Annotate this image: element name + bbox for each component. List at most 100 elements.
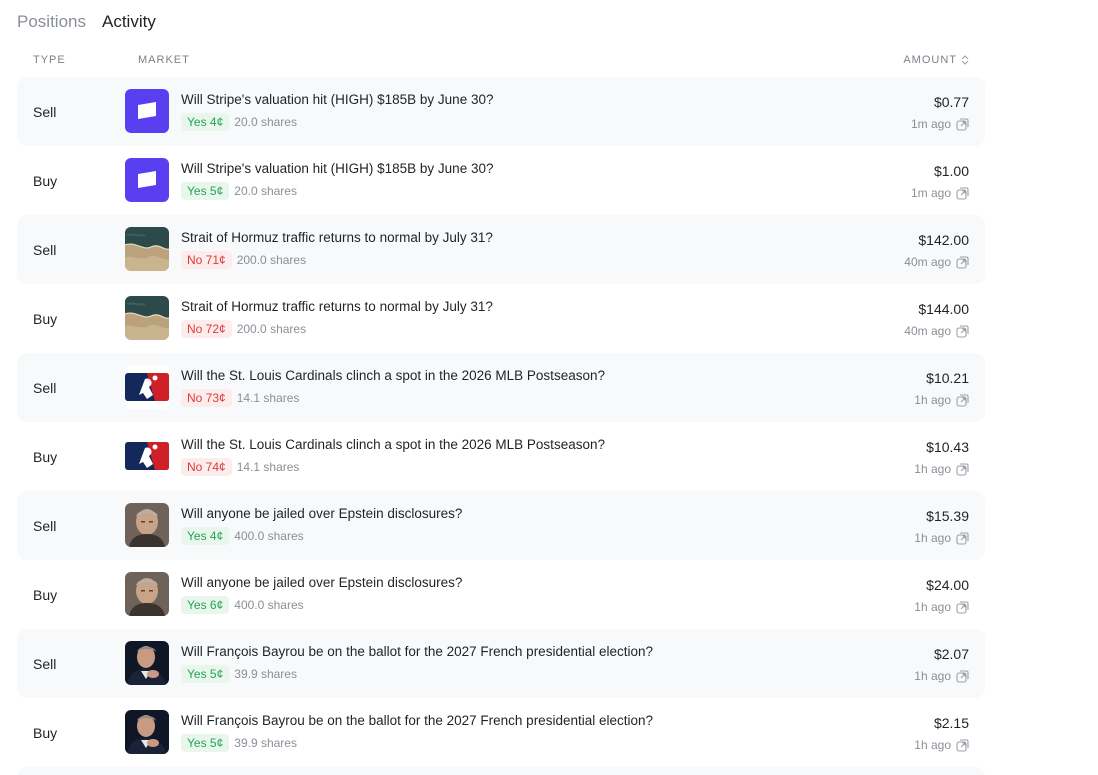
person-portrait[interactable] bbox=[125, 572, 169, 616]
market-title[interactable]: Will anyone be jailed over Epstein discl… bbox=[181, 575, 462, 590]
trade-details: No 72¢ 200.0 shares bbox=[181, 320, 306, 338]
timestamp: 1h ago bbox=[914, 462, 951, 476]
trade-time: 40m ago bbox=[904, 324, 969, 338]
trade-amount: $0.77 bbox=[933, 94, 969, 110]
trade-details: Yes 5¢ 39.9 shares bbox=[181, 665, 297, 683]
external-link-icon[interactable] bbox=[956, 669, 969, 683]
shares-count: 39.9 shares bbox=[234, 667, 297, 681]
timestamp: 1m ago bbox=[910, 117, 951, 131]
trade-details: Yes 5¢ 39.9 shares bbox=[181, 734, 297, 752]
market-title[interactable]: Will Stripe's valuation hit (HIGH) $185B… bbox=[181, 161, 493, 176]
outcome-badge-no: No 72¢ bbox=[181, 320, 232, 338]
trade-amount: $142.00 bbox=[918, 232, 969, 248]
market-title[interactable]: Strait of Hormuz traffic returns to norm… bbox=[181, 299, 493, 314]
trade-details: No 74¢ 14.1 shares bbox=[181, 458, 299, 476]
column-header-market: MARKET bbox=[138, 54, 190, 66]
column-header-type: TYPE bbox=[33, 54, 66, 66]
table-row[interactable]: Sell Will the St. Louis Cardinals clinch… bbox=[17, 353, 985, 422]
trade-time: 1m ago bbox=[911, 186, 969, 200]
market-title[interactable]: Will anyone be jailed over Epstein discl… bbox=[181, 506, 462, 521]
table-row[interactable] bbox=[17, 767, 985, 775]
tab-activity[interactable]: Activity bbox=[102, 12, 156, 32]
timestamp: 40m ago bbox=[904, 255, 951, 269]
trade-type-sell: Sell bbox=[33, 656, 57, 672]
trade-type-buy: Buy bbox=[33, 449, 58, 465]
tab-positions[interactable]: Positions bbox=[17, 12, 86, 32]
shares-count: 20.0 shares bbox=[234, 184, 297, 198]
person-portrait[interactable] bbox=[125, 503, 169, 547]
mlb-logo-icon[interactable] bbox=[125, 434, 169, 478]
timestamp: 1h ago bbox=[914, 600, 951, 614]
trade-time: 1m ago bbox=[911, 117, 969, 131]
trade-details: No 73¢ 14.1 shares bbox=[181, 389, 299, 407]
outcome-badge-no: No 71¢ bbox=[181, 251, 232, 269]
trade-type-sell: Sell bbox=[33, 518, 57, 534]
timestamp: 1m ago bbox=[910, 186, 951, 200]
table-row[interactable]: Buy Will the St. Louis Cardinals clinch … bbox=[17, 422, 985, 491]
trade-details: Yes 5¢ 20.0 shares bbox=[181, 182, 297, 200]
mlb-logo-icon[interactable] bbox=[125, 365, 169, 409]
trade-type-buy: Buy bbox=[33, 311, 58, 327]
outcome-badge-yes: Yes 6¢ bbox=[181, 596, 230, 614]
market-title[interactable]: Will François Bayrou be on the ballot fo… bbox=[181, 644, 653, 659]
trade-type-buy: Buy bbox=[33, 725, 58, 741]
shares-count: 39.9 shares bbox=[234, 736, 297, 750]
trade-amount: $1.00 bbox=[933, 163, 969, 179]
trade-details: Yes 6¢ 400.0 shares bbox=[181, 596, 304, 614]
shares-count: 200.0 shares bbox=[236, 322, 307, 336]
table-row[interactable]: Buy Will François Bayrou be on the ballo… bbox=[17, 698, 985, 767]
outcome-badge-no: No 73¢ bbox=[181, 389, 232, 407]
table-row[interactable]: Buy Strait of Hormuz traffic returns to … bbox=[17, 284, 985, 353]
stripe-icon[interactable] bbox=[125, 158, 169, 202]
shares-count: 400.0 shares bbox=[234, 598, 304, 612]
external-link-icon[interactable] bbox=[956, 393, 969, 407]
trade-amount: $2.07 bbox=[933, 646, 969, 662]
strait-map-image[interactable] bbox=[125, 227, 169, 271]
shares-count: 200.0 shares bbox=[236, 253, 307, 267]
table-header: TYPE MARKET AMOUNT bbox=[17, 54, 985, 68]
outcome-badge-yes: Yes 5¢ bbox=[181, 734, 230, 752]
sort-icon[interactable] bbox=[961, 55, 969, 65]
market-title[interactable]: Will Stripe's valuation hit (HIGH) $185B… bbox=[181, 92, 493, 107]
person-portrait-dark[interactable] bbox=[125, 710, 169, 754]
external-link-icon[interactable] bbox=[956, 462, 969, 476]
market-title[interactable]: Will the St. Louis Cardinals clinch a sp… bbox=[181, 368, 605, 383]
trade-amount: $10.43 bbox=[926, 439, 969, 455]
market-title[interactable]: Strait of Hormuz traffic returns to norm… bbox=[181, 230, 493, 245]
trade-details: Yes 4¢ 20.0 shares bbox=[181, 113, 297, 131]
table-row[interactable]: Buy Will Stripe's valuation hit (HIGH) $… bbox=[17, 146, 985, 215]
strait-map-image[interactable] bbox=[125, 296, 169, 340]
external-link-icon[interactable] bbox=[956, 531, 969, 545]
table-row[interactable]: Sell Strait of Hormuz traffic returns to… bbox=[17, 215, 985, 284]
external-link-icon[interactable] bbox=[956, 600, 969, 614]
outcome-badge-yes: Yes 4¢ bbox=[181, 113, 230, 131]
column-header-amount[interactable]: AMOUNT bbox=[903, 54, 969, 66]
activity-page: Positions Activity TYPE MARKET AMOUNT Se… bbox=[0, 0, 1098, 775]
external-link-icon[interactable] bbox=[956, 117, 969, 131]
table-row[interactable]: Sell Will anyone be jailed over Epstein … bbox=[17, 491, 985, 560]
shares-count: 14.1 shares bbox=[236, 391, 300, 405]
shares-count: 14.1 shares bbox=[236, 460, 300, 474]
market-title[interactable]: Will the St. Louis Cardinals clinch a sp… bbox=[181, 437, 605, 452]
table-row[interactable]: Sell Will Stripe's valuation hit (HIGH) … bbox=[17, 77, 985, 146]
external-link-icon[interactable] bbox=[956, 324, 969, 338]
trade-amount: $15.39 bbox=[926, 508, 969, 524]
activity-list: Sell Will Stripe's valuation hit (HIGH) … bbox=[17, 77, 985, 767]
person-portrait-dark[interactable] bbox=[125, 641, 169, 685]
stripe-icon[interactable] bbox=[125, 89, 169, 133]
market-title[interactable]: Will François Bayrou be on the ballot fo… bbox=[181, 713, 653, 728]
external-link-icon[interactable] bbox=[956, 186, 969, 200]
outcome-badge-no: No 74¢ bbox=[181, 458, 232, 476]
trade-type-sell: Sell bbox=[33, 380, 57, 396]
table-row[interactable]: Sell Will François Bayrou be on the ball… bbox=[17, 629, 985, 698]
timestamp: 1h ago bbox=[914, 738, 951, 752]
tab-bar: Positions Activity bbox=[17, 12, 156, 32]
trade-details: No 71¢ 200.0 shares bbox=[181, 251, 306, 269]
table-row[interactable]: Buy Will anyone be jailed over Epstein d… bbox=[17, 560, 985, 629]
timestamp: 1h ago bbox=[914, 669, 951, 683]
external-link-icon[interactable] bbox=[956, 738, 969, 752]
trade-time: 1h ago bbox=[914, 600, 969, 614]
external-link-icon[interactable] bbox=[956, 255, 969, 269]
outcome-badge-yes: Yes 4¢ bbox=[181, 527, 230, 545]
timestamp: 1h ago bbox=[914, 393, 951, 407]
